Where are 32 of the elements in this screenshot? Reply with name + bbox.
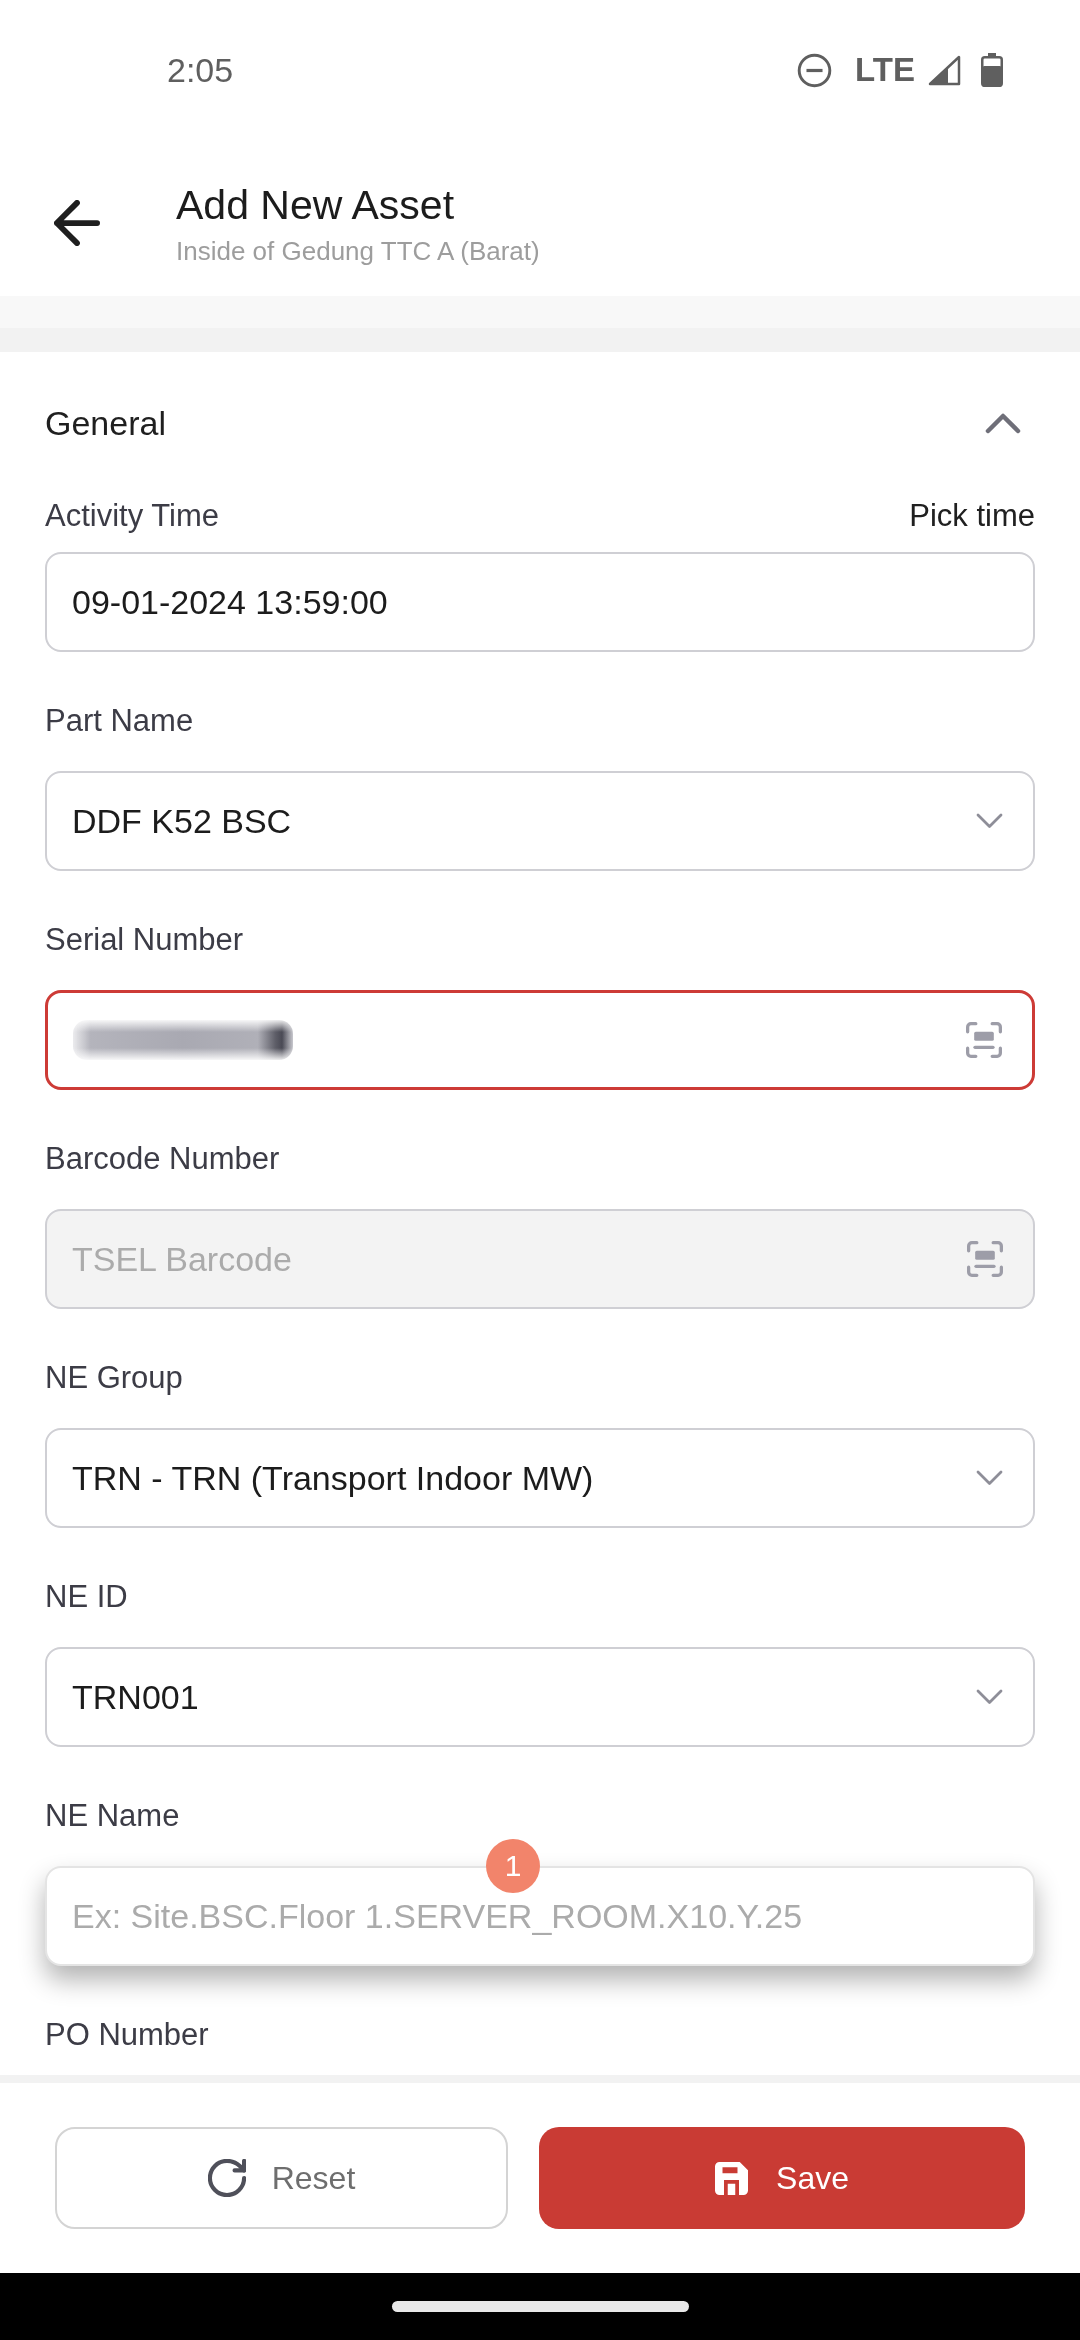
scan-field[interactable] [45, 990, 1035, 1090]
chevron-up-icon[interactable] [985, 412, 1021, 434]
chevron-down-icon [976, 1470, 1003, 1486]
dropdown-field[interactable]: TRN - TRN (Transport Indoor MW) [45, 1428, 1035, 1528]
field-label: Serial Number [45, 922, 244, 958]
field-label: Barcode Number [45, 1141, 280, 1177]
back-arrow-icon[interactable] [54, 200, 100, 246]
field-label: Part Name [45, 703, 194, 739]
field-label: NE ID [45, 1579, 128, 1615]
field-label: PO Number [45, 2017, 209, 2053]
chevron-down-icon [976, 813, 1003, 829]
page-subtitle: Inside of Gedung TTC A (Barat) [176, 235, 540, 267]
step-badge: 1 [486, 1839, 540, 1893]
do-not-disturb-icon [797, 52, 833, 88]
chevron-down-icon [976, 1689, 1003, 1705]
circular-arrow-icon [207, 2159, 246, 2197]
section-title: General [45, 403, 166, 444]
signal-icon [928, 54, 961, 86]
input-field[interactable]: 09-01-2024 13:59:00 [45, 552, 1035, 652]
field-label: Activity Time [45, 498, 219, 534]
field-label: NE Group [45, 1360, 183, 1396]
pick-time-link[interactable]: Pick time [909, 498, 1035, 534]
network-type: LTE [855, 50, 915, 90]
scan-icon[interactable] [966, 1022, 1002, 1058]
battery-icon [981, 53, 1003, 87]
field-label: NE Name [45, 1798, 180, 1834]
dropdown-field[interactable]: TRN001 [45, 1647, 1035, 1747]
save-button[interactable]: Save [539, 2127, 1025, 2229]
status-time: 2:05 [167, 50, 234, 90]
reset-button[interactable]: Reset [55, 2127, 508, 2229]
dropdown-field[interactable]: DDF K52 BSC [45, 771, 1035, 871]
page-title: Add New Asset [176, 181, 456, 229]
